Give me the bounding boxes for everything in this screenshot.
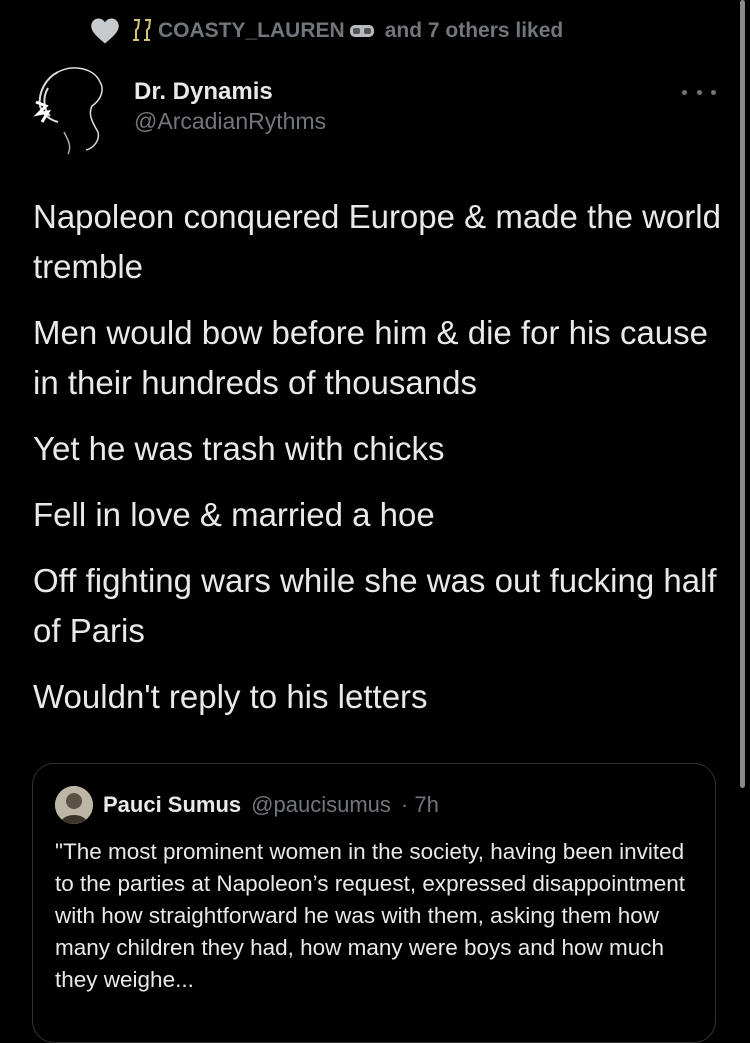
dot	[682, 89, 687, 95]
tweet-paragraph: Off fighting wars while she was out fuck…	[33, 562, 717, 649]
dot	[696, 89, 702, 95]
dot	[711, 89, 716, 95]
tweet-paragraph: Fell in love & married a hoe	[33, 496, 435, 533]
author-display-name[interactable]: Dr. Dynamis	[134, 78, 326, 106]
liker-name: COASTY_LAUREN	[158, 19, 345, 42]
more-options-icon[interactable]	[682, 86, 716, 98]
quoted-author-name: Pauci Sumus	[103, 792, 242, 817]
author-handle[interactable]: @ArcadianRythms	[134, 106, 326, 136]
quoted-tweet-card[interactable]: Pauci Sumus @paucisumus · 7h "The most p…	[32, 763, 716, 1043]
champagne-icon	[133, 19, 152, 41]
liker[interactable]: COASTY_LAUREN	[130, 18, 375, 44]
liked-suffix: and 7 others liked	[384, 19, 564, 42]
tweet-text: Napoleon conquered Europe & made the wor…	[33, 192, 723, 738]
quoted-tweet-time: · 7h	[400, 792, 439, 817]
tweet-paragraph: Napoleon conquered Europe & made the wor…	[33, 198, 721, 285]
scrollbar[interactable]	[740, 0, 745, 788]
quoted-tweet-text: "The most prominent women in the society…	[55, 839, 685, 992]
avatar[interactable]	[28, 62, 112, 156]
social-context[interactable]: COASTY_LAUREN and 7 others liked	[90, 16, 563, 46]
tweet-paragraph: Yet he was trash with chicks	[33, 430, 445, 467]
silhouette-avatar-image	[33, 67, 103, 155]
quoted-tweet-header: Pauci Sumus @paucisumus · 7h	[55, 786, 439, 824]
goggles-icon	[349, 25, 374, 37]
tweet-author[interactable]: Dr. Dynamis @ArcadianRythms	[134, 78, 326, 136]
tweet-paragraph: Wouldn't reply to his letters	[33, 678, 428, 715]
quoted-author-handle: @paucisumus	[251, 792, 391, 817]
quoted-author-avatar	[55, 786, 93, 824]
tweet-paragraph: Men would bow before him & die for his c…	[33, 314, 709, 401]
heart-icon	[91, 18, 119, 44]
